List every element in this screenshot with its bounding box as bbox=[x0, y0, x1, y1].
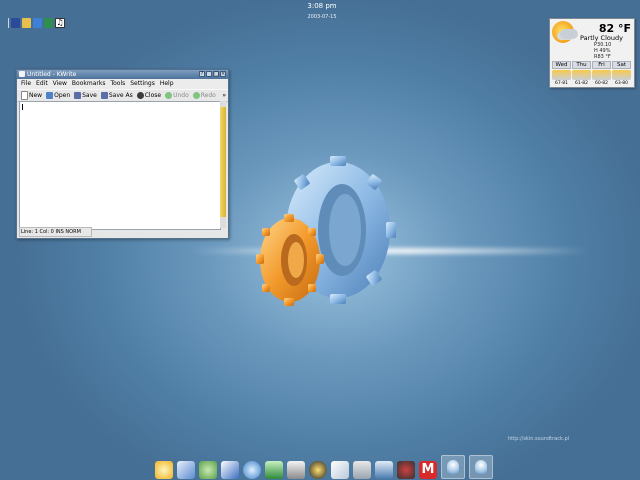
write-document-icon[interactable] bbox=[177, 461, 195, 479]
clock-time: 3:08 pm bbox=[307, 2, 337, 10]
window-titlebar[interactable]: Untitled - KWrite ? _ □ × bbox=[17, 70, 228, 79]
partly-cloudy-icon bbox=[552, 70, 571, 80]
minimize-icon[interactable]: _ bbox=[206, 71, 212, 77]
kwrite-app-icon[interactable] bbox=[19, 71, 25, 77]
forecast-days: Wed 67-81 Thu 61-82 Fri 60-82 Sat 63-80 bbox=[552, 61, 631, 86]
window-buttons: ? _ □ × bbox=[199, 71, 226, 77]
forecast-day: Sat 63-80 bbox=[612, 61, 631, 86]
undo-button[interactable]: Undo bbox=[164, 92, 190, 99]
camera-icon[interactable] bbox=[287, 461, 305, 479]
forecast-day-range: 60-82 bbox=[594, 81, 609, 86]
save-label: Save bbox=[82, 92, 97, 99]
clock-date: 2003-07-15 bbox=[307, 14, 337, 20]
globe-browser-icon[interactable] bbox=[243, 461, 261, 479]
photo-frame-icon[interactable] bbox=[375, 461, 393, 479]
wallpaper-credit-text: http://skin.soundtrack.pl bbox=[508, 436, 570, 442]
bottom-dock: M bbox=[155, 455, 493, 479]
taskbar-window-1[interactable] bbox=[441, 455, 465, 479]
forecast-day-label: Thu bbox=[572, 61, 591, 69]
menu-edit[interactable]: Edit bbox=[36, 79, 48, 89]
forecast-day-range: 63-80 bbox=[614, 81, 629, 86]
email-icon[interactable] bbox=[331, 461, 349, 479]
text-caret bbox=[22, 104, 23, 110]
close-label: Close bbox=[144, 92, 162, 99]
top-clock[interactable]: 3:08 pm 2003-07-15 bbox=[300, 2, 344, 21]
quick-launch-handle[interactable] bbox=[8, 18, 9, 28]
forecast-day: Wed 67-81 bbox=[552, 61, 571, 86]
close-icon[interactable]: × bbox=[220, 71, 226, 77]
close-doc-icon bbox=[136, 92, 144, 99]
lightbulb-icon bbox=[447, 460, 459, 474]
menu-bar: File Edit View Bookmarks Tools Settings … bbox=[17, 79, 228, 89]
forecast-day-range: 61-82 bbox=[574, 81, 589, 86]
gears-wallpaper-art bbox=[256, 156, 396, 306]
menu-bookmarks[interactable]: Bookmarks bbox=[72, 79, 106, 89]
vertical-scrollbar[interactable] bbox=[220, 101, 226, 228]
image-viewer-icon[interactable] bbox=[265, 461, 283, 479]
sound-speaker-icon[interactable] bbox=[353, 461, 371, 479]
weather-details: P30.10 H 49% R83 °F bbox=[594, 42, 611, 60]
close-button[interactable]: Close bbox=[136, 92, 162, 99]
partly-cloudy-icon bbox=[592, 70, 611, 80]
save-as-button[interactable]: Save As bbox=[100, 92, 134, 99]
maximize-icon[interactable]: □ bbox=[213, 71, 219, 77]
undo-arrow-icon bbox=[165, 92, 173, 99]
menu-settings[interactable]: Settings bbox=[130, 79, 155, 89]
status-bar: Line: 1 Col: 0 INS NORM bbox=[19, 227, 92, 237]
weather-real-feel: R83 °F bbox=[594, 54, 611, 60]
forecast-day: Fri 60-82 bbox=[592, 61, 611, 86]
menu-help[interactable]: Help bbox=[160, 79, 174, 89]
konqueror-icon[interactable] bbox=[33, 18, 42, 28]
terminal-icon[interactable] bbox=[44, 18, 53, 28]
save-disk-icon bbox=[74, 92, 82, 99]
menu-file[interactable]: File bbox=[21, 79, 31, 89]
forecast-day-label: Wed bbox=[552, 61, 571, 69]
redo-button[interactable]: Redo bbox=[192, 92, 217, 99]
home-folder-icon[interactable] bbox=[22, 18, 31, 28]
undo-label: Undo bbox=[173, 92, 189, 99]
save-button[interactable]: Save bbox=[73, 92, 98, 99]
weather-applet[interactable]: 82 °F Partly Cloudy P30.10 H 49% R83 °F … bbox=[549, 18, 635, 88]
kde-menu-icon[interactable] bbox=[11, 18, 20, 28]
partly-cloudy-icon bbox=[612, 70, 631, 80]
help-icon[interactable]: ? bbox=[199, 71, 205, 77]
paint-brush-icon[interactable] bbox=[221, 461, 239, 479]
instant-messenger-icon[interactable] bbox=[309, 461, 327, 479]
taskbar-window-2[interactable] bbox=[469, 455, 493, 479]
cloud-icon bbox=[560, 29, 578, 39]
text-editor-area[interactable] bbox=[19, 101, 221, 230]
redo-label: Redo bbox=[200, 92, 216, 99]
open-folder-icon bbox=[46, 92, 54, 99]
kde-star-icon[interactable] bbox=[155, 461, 173, 479]
save-as-label: Save As bbox=[108, 92, 133, 99]
weather-condition: Partly Cloudy bbox=[580, 34, 623, 42]
forecast-day-range: 67-81 bbox=[554, 81, 569, 86]
mail-client-m-icon[interactable]: M bbox=[419, 461, 437, 479]
menu-view[interactable]: View bbox=[53, 79, 67, 89]
kwrite-window: Untitled - KWrite ? _ □ × File Edit View… bbox=[16, 69, 229, 239]
open-label: Open bbox=[54, 92, 71, 99]
forecast-day: Thu 61-82 bbox=[572, 61, 591, 86]
save-as-disk-icon bbox=[100, 92, 108, 99]
new-file-icon bbox=[21, 91, 28, 100]
window-title: Untitled - KWrite bbox=[27, 71, 77, 78]
forecast-day-label: Fri bbox=[592, 61, 611, 69]
new-label: New bbox=[29, 92, 43, 99]
partly-cloudy-icon bbox=[572, 70, 591, 80]
lightbulb-icon bbox=[475, 460, 487, 474]
music-icon[interactable]: ♫ bbox=[55, 18, 65, 28]
control-center-icon[interactable] bbox=[199, 461, 217, 479]
redo-arrow-icon bbox=[192, 92, 200, 99]
forecast-day-label: Sat bbox=[612, 61, 631, 69]
menu-tools[interactable]: Tools bbox=[110, 79, 125, 89]
scrollbar-thumb[interactable] bbox=[220, 107, 226, 217]
toolbar-overflow-button[interactable]: » bbox=[222, 92, 228, 99]
open-button[interactable]: Open bbox=[45, 92, 71, 99]
quick-launch-bar: ♫ bbox=[8, 17, 65, 29]
new-button[interactable]: New bbox=[20, 91, 43, 100]
media-player-icon[interactable] bbox=[397, 461, 415, 479]
